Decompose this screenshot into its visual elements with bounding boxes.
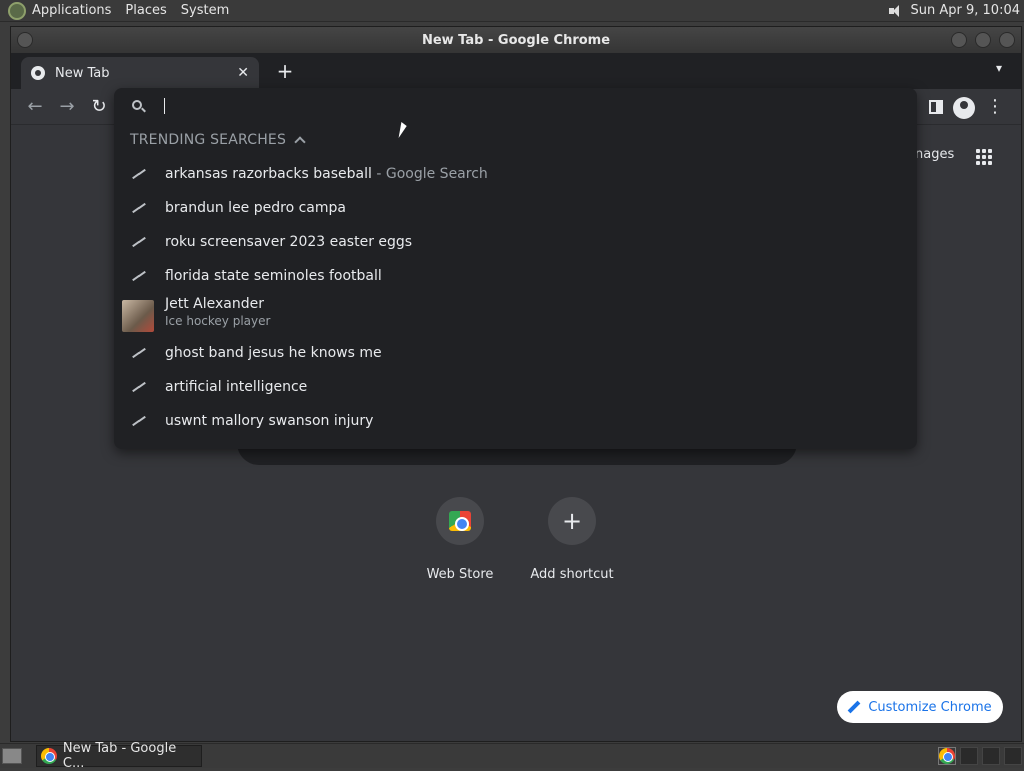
pencil-icon [848, 701, 860, 713]
profile-avatar-icon[interactable] [953, 97, 975, 119]
shortcut-add[interactable]: + Add shortcut [517, 497, 627, 582]
trending-icon [132, 204, 146, 214]
workspace-3[interactable] [1004, 747, 1022, 765]
workspace-2[interactable] [982, 747, 1000, 765]
customize-chrome-button[interactable]: Customize Chrome [837, 691, 1003, 723]
suggestion-text: ghost band jesus he knows me [165, 345, 382, 361]
entity-title: Jett Alexander [165, 296, 264, 312]
menu-places[interactable]: Places [125, 3, 166, 18]
suggestion-suffix: - Google Search [371, 166, 488, 182]
shortcut-tile: + [548, 497, 596, 545]
minimize-button[interactable] [951, 32, 967, 48]
chrome-icon [41, 748, 57, 764]
suggestion-row[interactable]: florida state seminoles football [114, 260, 917, 294]
gnome-foot-icon[interactable] [8, 1, 26, 20]
trending-icon [132, 383, 146, 393]
tab-close-icon[interactable]: ✕ [237, 65, 249, 81]
omnibox-input[interactable] [114, 88, 917, 124]
trending-icon [132, 272, 146, 282]
suggestion-text: florida state seminoles football [165, 268, 382, 284]
suggestion-row-entity[interactable]: Jett Alexander Ice hockey player [114, 294, 917, 334]
tab-title: New Tab [55, 65, 110, 81]
new-tab-button[interactable]: + [273, 59, 297, 83]
top-panel: Applications Places System Sun Apr 9, 10… [0, 0, 1024, 22]
suggestion-row[interactable]: arkansas razorbacks baseball - Google Se… [114, 158, 917, 192]
entity-thumbnail [122, 300, 154, 332]
trending-icon [132, 238, 146, 248]
back-button[interactable]: ← [23, 95, 47, 119]
suggestion-row[interactable]: brandun lee pedro campa [114, 192, 917, 226]
workspace-1[interactable] [960, 747, 978, 765]
window-titlebar[interactable]: New Tab - Google Chrome [11, 27, 1021, 53]
suggestion-row[interactable]: artificial intelligence [114, 371, 917, 405]
clock[interactable]: Sun Apr 9, 10:04 [911, 3, 1020, 18]
chrome-favicon-icon [31, 66, 45, 80]
tab-new-tab[interactable]: New Tab ✕ [21, 57, 259, 89]
menu-applications[interactable]: Applications [32, 3, 111, 18]
google-apps-icon[interactable] [976, 149, 992, 165]
panel-tray: Sun Apr 9, 10:04 [888, 3, 1024, 18]
show-desktop-icon[interactable] [2, 748, 22, 764]
suggestion-row[interactable]: uswnt mallory swanson injury [114, 405, 917, 439]
tray-chrome-icon[interactable] [938, 747, 956, 765]
plus-icon: + [561, 507, 583, 535]
bottom-taskbar: New Tab - Google C... [0, 741, 1024, 771]
shortcut-web-store[interactable]: Web Store [405, 497, 515, 582]
volume-icon[interactable] [888, 4, 903, 18]
trending-icon [132, 349, 146, 359]
chevron-up-icon[interactable] [294, 136, 306, 148]
shortcut-label: Web Store [426, 567, 494, 582]
suggestion-text: roku screensaver 2023 easter eggs [165, 234, 413, 250]
taskbar-chrome-window[interactable]: New Tab - Google C... [36, 741, 202, 771]
menu-system[interactable]: System [181, 3, 229, 18]
tab-strip: New Tab ✕ + ▾ [11, 53, 1021, 89]
suggestion-text: artificial intelligence [165, 379, 308, 395]
suggestion-text: brandun lee pedro campa [165, 200, 346, 216]
maximize-button[interactable] [975, 32, 991, 48]
suggestion-text: arkansas razorbacks baseball - Google Se… [165, 166, 488, 182]
shortcut-label: Add shortcut [530, 567, 614, 582]
reload-button[interactable]: ↻ [87, 95, 111, 119]
close-window-button[interactable] [999, 32, 1015, 48]
window-title: New Tab - Google Chrome [421, 32, 611, 48]
side-panel-icon[interactable] [929, 100, 943, 114]
omnibox-dropdown: TRENDING SEARCHES arkansas razorbacks ba… [114, 88, 917, 449]
suggestion-row[interactable]: ghost band jesus he knows me [114, 337, 917, 371]
entity-subtitle: Ice hockey player [165, 314, 271, 328]
search-icon [132, 100, 142, 110]
shortcut-tile [436, 497, 484, 545]
customize-label: Customize Chrome [868, 699, 992, 715]
web-store-icon [449, 511, 471, 531]
chrome-icon [939, 748, 955, 764]
suggestion-row[interactable]: roku screensaver 2023 easter eggs [114, 226, 917, 260]
trending-icon [132, 417, 146, 427]
trending-searches-header[interactable]: TRENDING SEARCHES [130, 132, 286, 148]
more-menu-icon[interactable]: ⋮ [985, 97, 1005, 117]
taskbar-label: New Tab - Google C... [62, 741, 177, 771]
tab-search-chevron-icon[interactable]: ▾ [989, 61, 1009, 81]
suggestion-text: uswnt mallory swanson injury [165, 413, 374, 429]
window-menu-icon[interactable] [17, 32, 33, 48]
text-caret [164, 98, 165, 114]
images-link[interactable]: nages [915, 147, 954, 162]
forward-button[interactable]: → [55, 95, 79, 119]
trending-icon [132, 170, 146, 180]
